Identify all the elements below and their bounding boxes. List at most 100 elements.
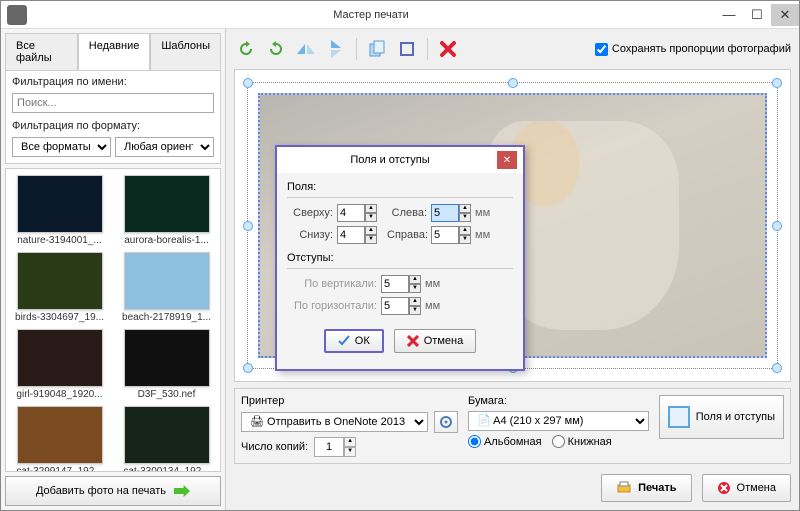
flip-vertical-icon[interactable] xyxy=(324,37,348,61)
thumbnail-caption: cat-3300134_192... xyxy=(122,466,212,472)
orientation-landscape[interactable]: Альбомная xyxy=(468,435,542,448)
dialog-titlebar[interactable]: Поля и отступы ✕ xyxy=(277,147,523,173)
dialog-ok-button[interactable]: ОК xyxy=(324,329,384,353)
vgap-input[interactable] xyxy=(381,275,409,293)
thumbnail[interactable]: girl-919048_1920... xyxy=(8,329,111,400)
separator xyxy=(427,38,428,60)
margin-right-input[interactable] xyxy=(431,226,459,244)
spin-down[interactable]: ▼ xyxy=(365,213,377,222)
resize-handle[interactable] xyxy=(772,363,782,373)
thumbnail-caption: girl-919048_1920... xyxy=(15,389,105,400)
spin-up[interactable]: ▲ xyxy=(365,204,377,213)
filter-name-label: Фильтрация по имени: xyxy=(12,76,214,88)
spin-up[interactable]: ▲ xyxy=(365,226,377,235)
spin-up[interactable]: ▲ xyxy=(344,437,356,447)
printer-settings-button[interactable] xyxy=(434,411,458,433)
resize-handle[interactable] xyxy=(772,78,782,88)
tab-all-files[interactable]: Все файлы xyxy=(5,33,78,70)
add-photo-label: Добавить фото на печать xyxy=(36,485,166,497)
spin-up[interactable]: ▲ xyxy=(409,297,421,306)
maximize-button[interactable]: ☐ xyxy=(743,4,771,26)
add-photo-button[interactable]: Добавить фото на печать xyxy=(5,476,221,506)
vgap-label: По вертикали: xyxy=(287,278,377,290)
printer-select[interactable]: 🖨 Отправить в OneNote 2013 xyxy=(241,412,428,432)
spin-up[interactable]: ▲ xyxy=(459,204,471,213)
tab-recent[interactable]: Недавние xyxy=(78,33,151,70)
thumbnail[interactable]: cat-3300134_192... xyxy=(115,406,218,472)
spin-up[interactable]: ▲ xyxy=(409,275,421,284)
spin-down[interactable]: ▼ xyxy=(459,213,471,222)
thumbnail[interactable]: birds-3304697_19... xyxy=(8,252,111,323)
rotate-left-icon[interactable] xyxy=(234,37,258,61)
paper-label: Бумага: xyxy=(468,395,649,407)
margin-top-input[interactable] xyxy=(337,204,365,222)
thumbnail[interactable]: beach-2178919_1... xyxy=(115,252,218,323)
unit-label: мм xyxy=(475,229,490,241)
close-button[interactable]: ✕ xyxy=(771,4,799,26)
crop-icon[interactable] xyxy=(395,37,419,61)
toolbar: Сохранять пропорции фотографий xyxy=(234,35,791,63)
hgap-input[interactable] xyxy=(381,297,409,315)
margin-bottom-input[interactable] xyxy=(337,226,365,244)
tab-templates[interactable]: Шаблоны xyxy=(150,33,221,70)
filter-format-label: Фильтрация по формату: xyxy=(12,120,214,132)
unit-label: мм xyxy=(425,300,440,312)
margins-button[interactable]: Поля и отступы xyxy=(659,395,784,439)
dialog-close-button[interactable]: ✕ xyxy=(497,151,517,169)
bottom-panel: Принтер 🖨 Отправить в OneNote 2013 Число… xyxy=(234,388,791,464)
orientation-portrait[interactable]: Книжная xyxy=(552,435,612,448)
preserve-checkbox[interactable] xyxy=(595,43,608,56)
dialog-title: Поля и отступы xyxy=(283,154,497,166)
unit-label: мм xyxy=(425,278,440,290)
thumbnails-scroll[interactable]: nature-3194001_...aurora-borealis-1...bi… xyxy=(5,168,221,472)
search-input[interactable] xyxy=(12,93,214,113)
thumbnail-image xyxy=(124,329,210,387)
thumbnail-image xyxy=(17,329,103,387)
spin-down[interactable]: ▼ xyxy=(409,284,421,293)
paper-select[interactable]: 📄 A4 (210 x 297 мм) xyxy=(468,411,649,431)
margin-top-label: Сверху: xyxy=(287,207,333,219)
thumbnail[interactable]: nature-3194001_... xyxy=(8,175,111,246)
format-select[interactable]: Все форматы xyxy=(12,137,111,157)
copies-input[interactable] xyxy=(314,437,344,457)
thumbnail-image xyxy=(124,406,210,464)
thumbnail-image xyxy=(17,406,103,464)
left-panel: Все файлы Недавние Шаблоны Фильтрация по… xyxy=(1,29,226,510)
margin-left-input[interactable] xyxy=(431,204,459,222)
thumbnail[interactable]: D3F_530.nef xyxy=(115,329,218,400)
preserve-aspect[interactable]: Сохранять пропорции фотографий xyxy=(595,43,791,56)
filter-block: Фильтрация по имени: Фильтрация по форма… xyxy=(5,70,221,164)
margins-section-label: Поля: xyxy=(287,181,513,193)
thumbnail[interactable]: aurora-borealis-1... xyxy=(115,175,218,246)
flip-horizontal-icon[interactable] xyxy=(294,37,318,61)
spin-down[interactable]: ▼ xyxy=(365,235,377,244)
resize-handle[interactable] xyxy=(243,221,253,231)
app-icon xyxy=(7,5,27,25)
dialog-cancel-button[interactable]: Отмена xyxy=(394,329,476,353)
resize-handle[interactable] xyxy=(508,78,518,88)
resize-handle[interactable] xyxy=(243,78,253,88)
resize-handle[interactable] xyxy=(243,363,253,373)
thumbnail-image xyxy=(124,252,210,310)
check-icon xyxy=(338,335,350,347)
spin-down[interactable]: ▼ xyxy=(344,447,356,457)
arrow-right-icon xyxy=(174,485,190,497)
thumbnail-caption: D3F_530.nef xyxy=(122,389,212,400)
thumbnail[interactable]: cat-3299147_192... xyxy=(8,406,111,472)
file-tabs: Все файлы Недавние Шаблоны xyxy=(5,33,221,70)
thumbnail-caption: cat-3299147_192... xyxy=(15,466,105,472)
print-button[interactable]: Печать xyxy=(601,474,691,502)
spin-down[interactable]: ▼ xyxy=(459,235,471,244)
window-title: Мастер печати xyxy=(27,9,715,21)
cancel-button[interactable]: Отмена xyxy=(702,474,791,502)
resize-handle[interactable] xyxy=(772,221,782,231)
spin-down[interactable]: ▼ xyxy=(409,306,421,315)
separator xyxy=(356,38,357,60)
delete-icon[interactable] xyxy=(436,37,460,61)
orientation-select[interactable]: Любая ориентация xyxy=(115,137,214,157)
spin-up[interactable]: ▲ xyxy=(459,226,471,235)
thumbnail-image xyxy=(17,252,103,310)
rotate-right-icon[interactable] xyxy=(264,37,288,61)
minimize-button[interactable]: — xyxy=(715,4,743,26)
copy-icon[interactable] xyxy=(365,37,389,61)
